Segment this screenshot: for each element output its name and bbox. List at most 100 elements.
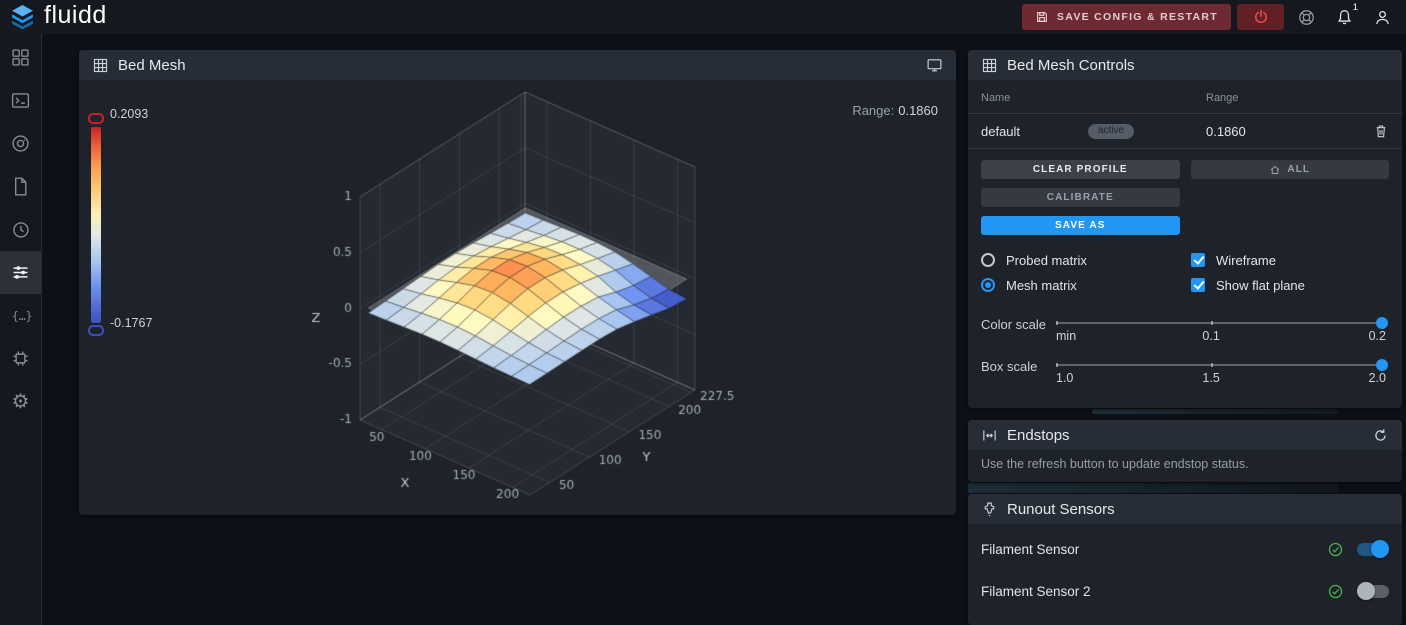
- monitor-icon: [927, 58, 942, 71]
- load-all-button[interactable]: ALL: [1190, 160, 1389, 179]
- sensor-toggle[interactable]: [1357, 540, 1389, 558]
- bed-mesh-controls-card: Bed Mesh Controls Name Range default act…: [968, 50, 1402, 408]
- bed-mesh-card: Bed Mesh Range: 0.1860 0.2093 -0.1767: [79, 50, 956, 515]
- endstops-title: Endstops: [1007, 426, 1070, 444]
- profile-name: default: [981, 123, 1021, 139]
- colorbar-min-label: -0.1767: [110, 316, 153, 330]
- refresh-endstops-button[interactable]: [1372, 427, 1389, 444]
- trash-icon: [1376, 125, 1386, 138]
- right-column: Bed Mesh Controls Name Range default act…: [968, 50, 1402, 625]
- save-as-button[interactable]: SAVE AS: [981, 216, 1180, 235]
- sensor-toggle[interactable]: [1357, 582, 1389, 600]
- dashboard-icon: [12, 49, 29, 66]
- save-config-label: SAVE CONFIG & RESTART: [1056, 11, 1218, 23]
- file-icon: [14, 177, 27, 196]
- sidebar-item-macros[interactable]: {…}: [0, 294, 41, 337]
- slider-track[interactable]: [1056, 322, 1386, 324]
- checkbox-icon[interactable]: [1191, 278, 1205, 292]
- history-icon: [13, 222, 29, 238]
- fullscreen-monitor-button[interactable]: [926, 57, 943, 74]
- sensor-label: Filament Sensor: [981, 541, 1080, 557]
- box-scale-label: Box scale: [981, 359, 1038, 374]
- sidebar-item-dashboard[interactable]: [0, 36, 41, 79]
- fluidd-logo-icon: [12, 5, 33, 30]
- bed-mesh-controls-title: Bed Mesh Controls: [1007, 56, 1135, 74]
- sidebar-item-tune[interactable]: [0, 251, 41, 294]
- app-header: fluidd SAVE CONFIG & RESTART 1: [0, 0, 1406, 34]
- lifebuoy-icon: [1298, 9, 1314, 25]
- color-scale-slider-row: Color scale min 0.1 0.2: [981, 316, 1389, 352]
- color-scale-slider[interactable]: min 0.1 0.2: [1056, 317, 1388, 343]
- runout-sensors-title: Runout Sensors: [1007, 500, 1115, 518]
- radio-icon[interactable]: [981, 278, 995, 292]
- save-config-restart-button[interactable]: SAVE CONFIG & RESTART: [1021, 4, 1231, 30]
- sidebar-item-history[interactable]: [0, 208, 41, 251]
- clear-profile-button[interactable]: CLEAR PROFILE: [981, 160, 1180, 179]
- grid-icon: [981, 57, 998, 74]
- sidebar-item-settings[interactable]: ⚙: [0, 380, 41, 423]
- sidebar-item-system[interactable]: [0, 337, 41, 380]
- color-scale-label: Color scale: [981, 317, 1047, 332]
- profiles-table-header: Name Range: [968, 80, 1402, 114]
- mesh-range-text: Range: 0.1860: [852, 103, 938, 118]
- checkbox-show-flat-plane[interactable]: Show flat plane: [1191, 277, 1389, 293]
- power-icon: [1254, 9, 1267, 23]
- mesh-range-value: 0.1860: [898, 103, 938, 118]
- slider-thumb[interactable]: [1376, 317, 1388, 329]
- colorbar-max-label: 0.2093: [110, 107, 149, 121]
- profile-actions: CLEAR PROFILE ALL CALIBRATE SAVE AS: [968, 149, 1402, 235]
- delete-profile-button[interactable]: [1373, 123, 1389, 139]
- sensor-row-filament-sensor-2: Filament Sensor 2: [968, 570, 1402, 612]
- column-name: Name: [981, 92, 1011, 104]
- braces-icon: {…}: [11, 309, 31, 323]
- console-icon: [11, 93, 30, 108]
- notification-badge: 1: [1352, 2, 1358, 13]
- tune-sliders-icon: [13, 266, 28, 279]
- endstop-icon: [981, 427, 998, 444]
- home-icon: [1271, 165, 1280, 174]
- colorbar-gradient: [91, 127, 101, 323]
- app-logo[interactable]: fluidd: [10, 0, 107, 32]
- box-scale-slider-row: Box scale 1.0 1.5 2.0: [981, 358, 1389, 394]
- account-button[interactable]: [1366, 2, 1398, 32]
- runout-sensors-header: Runout Sensors: [968, 494, 1402, 524]
- check-circle-icon: [1327, 583, 1344, 600]
- colorbar-min-cap: [88, 325, 104, 336]
- slider-track[interactable]: [1056, 364, 1386, 366]
- profile-row[interactable]: default active 0.1860: [968, 114, 1402, 149]
- support-button[interactable]: [1290, 2, 1322, 32]
- emergency-stop-button[interactable]: [1237, 4, 1284, 30]
- checkbox-icon[interactable]: [1191, 253, 1205, 267]
- grid-icon: [92, 57, 109, 74]
- sidebar-item-camera[interactable]: [0, 122, 41, 165]
- radio-mesh-matrix[interactable]: Mesh matrix: [981, 277, 1191, 293]
- b ell-icon: [1337, 9, 1351, 24]
- slider-thumb[interactable]: [1376, 359, 1388, 371]
- endstops-card: Endstops Use the refresh button to updat…: [968, 420, 1402, 482]
- bed-mesh-3d-plot[interactable]: [79, 50, 956, 515]
- calibrate-button[interactable]: CALIBRATE: [981, 188, 1180, 207]
- nozzle-icon: [981, 501, 998, 518]
- gear-icon: ⚙: [11, 390, 30, 413]
- radio-icon[interactable]: [981, 253, 995, 267]
- notifications-button[interactable]: 1: [1328, 2, 1360, 32]
- mesh-options: Probed matrix Wireframe Mesh matrix Show…: [968, 235, 1402, 293]
- app-logo-text: fluidd: [44, 0, 107, 29]
- endstops-header: Endstops: [968, 420, 1402, 450]
- sidebar-item-jobs[interactable]: [0, 165, 41, 208]
- ambient-light-strip: [1092, 409, 1338, 414]
- bed-mesh-controls-header: Bed Mesh Controls: [968, 50, 1402, 80]
- checkbox-wireframe[interactable]: Wireframe: [1191, 252, 1389, 268]
- profile-range: 0.1860: [1206, 123, 1246, 139]
- person-icon: [1375, 10, 1389, 24]
- radio-probed-matrix[interactable]: Probed matrix: [981, 252, 1191, 268]
- svg-text:{…}: {…}: [11, 309, 31, 323]
- refresh-icon: [1375, 428, 1386, 441]
- active-badge: active: [1088, 123, 1135, 139]
- box-scale-slider[interactable]: 1.0 1.5 2.0: [1056, 359, 1388, 385]
- sidebar-item-console[interactable]: [0, 79, 41, 122]
- save-icon: [1036, 12, 1047, 22]
- colorbar-max-cap: [88, 113, 104, 124]
- camera-icon: [12, 135, 29, 152]
- runout-sensors-card: Runout Sensors Filament Sensor Filament …: [968, 494, 1402, 625]
